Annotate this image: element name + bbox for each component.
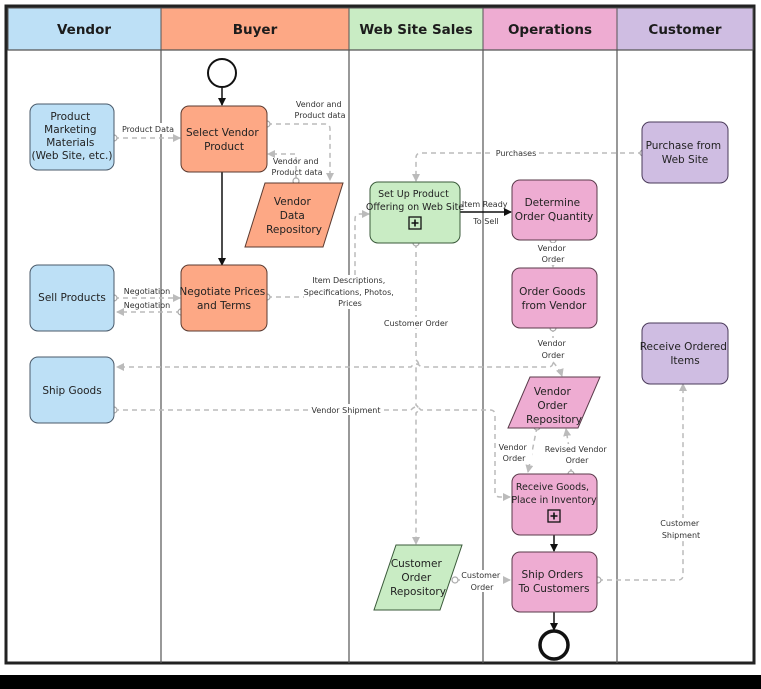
task-determine-order-quantity[interactable]: Determine Order Quantity bbox=[511, 179, 598, 241]
label-negotiation-1: Negotiation bbox=[124, 287, 170, 296]
label-purchases: Purchases bbox=[494, 147, 538, 158]
task-product-marketing[interactable]: Product Marketing Materials (Web Site, e… bbox=[29, 103, 115, 171]
label-customer-shipment: Customer Shipment bbox=[660, 518, 706, 540]
task-box bbox=[180, 105, 268, 173]
task-ship-orders[interactable]: Ship Orders To Customers bbox=[511, 551, 598, 613]
task-box bbox=[641, 322, 729, 385]
subprocess-setup-offering[interactable]: Set Up Product Offering on Web Site bbox=[366, 181, 464, 244]
svg-text:Vendor Shipment: Vendor Shipment bbox=[311, 406, 380, 415]
task-purchase-from-web-site[interactable]: Purchase from Web Site bbox=[641, 121, 729, 184]
label-customer-order-2: Customer Order bbox=[461, 570, 503, 592]
label-vendor-shipment: Vendor Shipment bbox=[309, 404, 383, 415]
label-item-descriptions: Item Descriptions, Specifications, Photo… bbox=[304, 275, 400, 309]
lane-title-operations: Operations bbox=[508, 22, 592, 38]
task-receive-ordered-items[interactable]: Receive Ordered Items bbox=[640, 322, 731, 385]
task-ship-goods[interactable]: Ship Goods bbox=[29, 356, 115, 424]
task-select-vendor-product[interactable]: Select Vendor Product bbox=[180, 105, 268, 173]
label-customer-order-1: Customer Order bbox=[380, 317, 452, 328]
svg-text:Product Data: Product Data bbox=[122, 125, 174, 134]
task-sell-products[interactable]: Sell Products bbox=[29, 264, 115, 332]
lane-title-buyer: Buyer bbox=[233, 22, 278, 38]
lane-title-web-site-sales: Web Site Sales bbox=[359, 22, 472, 38]
label-vendor-order-2: Vendor Order bbox=[536, 338, 570, 360]
lane-headers: Vendor Buyer Web Site Sales Operations C… bbox=[7, 7, 754, 51]
svg-text:Purchases: Purchases bbox=[496, 149, 537, 158]
task-box bbox=[641, 121, 729, 184]
task-order-goods[interactable]: Order Goods from Vendor bbox=[511, 267, 598, 329]
lane-title-customer: Customer bbox=[648, 22, 722, 38]
bottom-bar bbox=[0, 675, 761, 689]
task-negotiate-prices[interactable]: Negotiate Prices and Terms bbox=[179, 264, 268, 332]
label-product-data: Product Data bbox=[118, 123, 178, 134]
subprocess-receive-goods[interactable]: Receive Goods, Place in Inventory bbox=[511, 473, 598, 536]
lane-title-vendor: Vendor bbox=[57, 22, 111, 38]
task-box bbox=[511, 179, 598, 241]
task-label: Sell Products bbox=[38, 292, 106, 304]
svg-text:Customer Order: Customer Order bbox=[384, 319, 449, 328]
task-box bbox=[180, 264, 268, 332]
start-event[interactable] bbox=[207, 58, 237, 88]
swimlane-diagram: Vendor Buyer Web Site Sales Operations C… bbox=[4, 4, 756, 665]
end-event[interactable] bbox=[538, 629, 570, 661]
task-box bbox=[511, 551, 598, 613]
label-revised-vendor-order: Revised Vendor Order bbox=[543, 444, 611, 466]
task-box bbox=[511, 267, 598, 329]
task-label: Ship Goods bbox=[42, 385, 101, 397]
label-negotiation-2: Negotiation bbox=[124, 301, 170, 310]
flow-origin bbox=[451, 576, 459, 584]
label-vendor-order-3: Vendor Order bbox=[498, 442, 532, 464]
label-vendor-order-1: Vendor Order bbox=[536, 243, 570, 265]
